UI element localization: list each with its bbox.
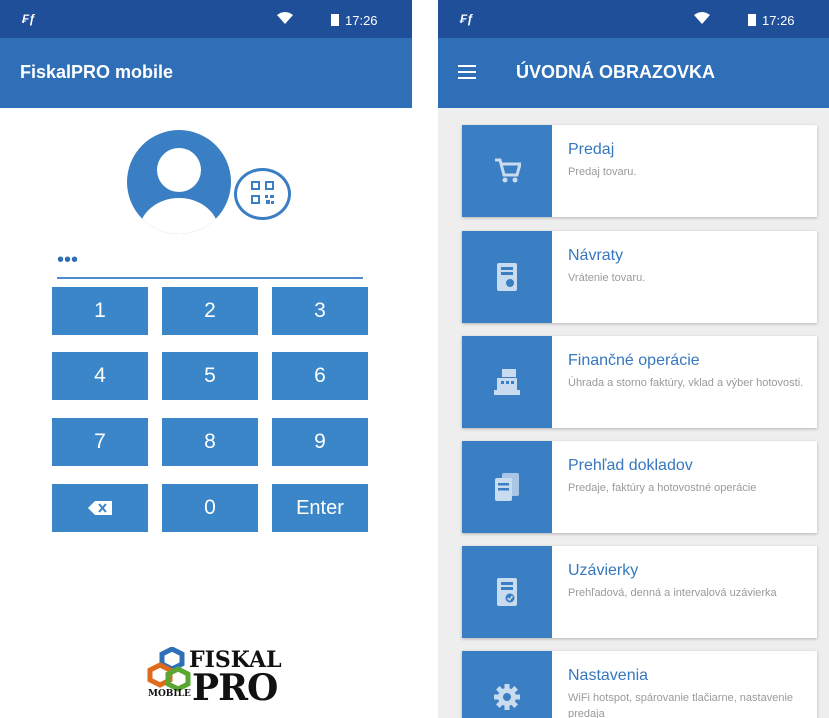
app-bar: ÚVODNÁ OBRAZOVKA xyxy=(438,38,829,108)
key-9[interactable]: 9 xyxy=(272,418,368,466)
menu-item-uzavierky[interactable]: Uzávierky Prehľadová, denná a intervalov… xyxy=(462,546,817,638)
key-7[interactable]: 7 xyxy=(52,418,148,466)
app-status-icon: ₣ƒ xyxy=(460,12,474,26)
enter-key[interactable]: Enter xyxy=(272,484,368,532)
menu-item-title: Predaj xyxy=(568,141,615,158)
app-title: FiskalPRO mobile xyxy=(20,62,174,82)
receipt-check-icon xyxy=(497,578,517,606)
login-screen: ₣ƒ 17:26 FiskalPRO mobile 1 2 xyxy=(0,0,412,718)
gear-icon xyxy=(494,684,520,710)
menu-item-desc: Úhrada a storno faktúry, vklad a výber h… xyxy=(568,377,804,389)
menu-item-title: Návraty xyxy=(568,247,624,264)
menu-item-desc: Predaje, faktúry a hotovostné operácie xyxy=(568,482,757,494)
battery-icon xyxy=(748,14,756,26)
status-time: 17:26 xyxy=(345,13,378,28)
backspace-icon xyxy=(88,501,112,515)
receipt-return-icon xyxy=(497,263,517,291)
pin-input[interactable] xyxy=(57,244,363,279)
key-3[interactable]: 3 xyxy=(272,287,368,335)
documents-icon xyxy=(495,473,519,501)
battery-icon xyxy=(331,14,339,26)
wifi-icon xyxy=(277,12,293,24)
menu-item-title: Uzávierky xyxy=(568,562,639,579)
menu-icon[interactable] xyxy=(458,65,476,79)
menu-item-nastavenia[interactable]: Nastavenia WiFi hotspot, spárovanie tlač… xyxy=(462,651,817,718)
key-8[interactable]: 8 xyxy=(162,418,258,466)
menu-item-financne-operacie[interactable]: Finančné operácie Úhrada a storno faktúr… xyxy=(462,336,817,428)
key-4[interactable]: 4 xyxy=(52,352,148,400)
status-bar: ₣ƒ 17:26 xyxy=(0,0,412,38)
cash-register-icon xyxy=(494,369,520,395)
menu-item-title: Nastavenia xyxy=(568,667,649,684)
menu-item-navraty[interactable]: Návraty Vrátenie tovaru. xyxy=(462,231,817,323)
fiskalpro-logo: MOBILE FISKAL PRO xyxy=(147,647,282,709)
menu-item-prehlad-dokladov[interactable]: Prehľad dokladov Predaje, faktúry a hoto… xyxy=(462,441,817,533)
status-bar: ₣ƒ 17:26 xyxy=(438,0,829,38)
menu-item-desc: Vrátenie tovaru. xyxy=(568,272,646,284)
app-bar: FiskalPRO mobile xyxy=(0,38,412,108)
avatar-icon xyxy=(127,130,231,234)
status-time: 17:26 xyxy=(762,13,795,28)
menu-item-desc: Predaj tovaru. xyxy=(568,166,637,178)
key-5[interactable]: 5 xyxy=(162,352,258,400)
menu-item-predaj[interactable]: Predaj Predaj tovaru. xyxy=(462,125,817,217)
key-6[interactable]: 6 xyxy=(272,352,368,400)
home-screen: ₣ƒ 17:26 ÚVODNÁ OBRAZOVKA Predaj Predaj … xyxy=(438,0,829,718)
menu-item-desc: Prehľadová, denná a intervalová uzávierk… xyxy=(568,587,777,599)
menu-item-desc: WiFi hotspot, spárovanie tlačiarne, nast… xyxy=(568,692,794,718)
key-2[interactable]: 2 xyxy=(162,287,258,335)
app-status-icon: ₣ƒ xyxy=(22,12,36,26)
key-0[interactable]: 0 xyxy=(162,484,258,532)
page-title: ÚVODNÁ OBRAZOVKA xyxy=(516,62,716,82)
backspace-key[interactable] xyxy=(52,484,148,532)
key-1[interactable]: 1 xyxy=(52,287,148,335)
qr-scan-button[interactable] xyxy=(234,168,291,220)
qr-code-icon xyxy=(251,181,274,204)
cart-icon xyxy=(495,158,521,183)
menu-item-title: Prehľad dokladov xyxy=(568,457,693,474)
menu-item-title: Finančné operácie xyxy=(568,352,700,369)
wifi-icon xyxy=(694,12,710,24)
